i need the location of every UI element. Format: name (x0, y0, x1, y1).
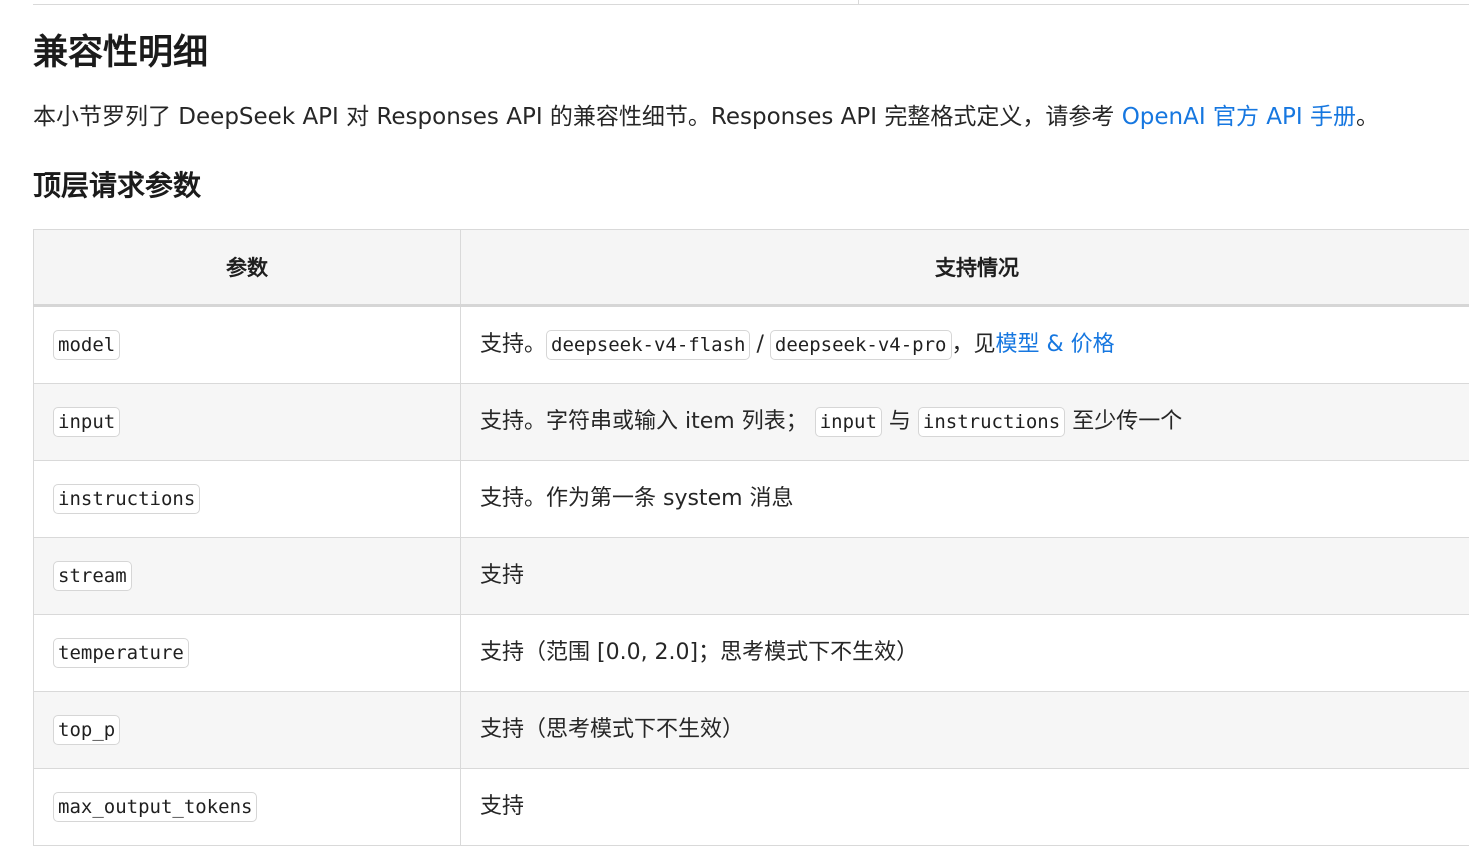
page-heading: 兼容性明细 (33, 33, 209, 73)
param-cell: stream (33, 537, 461, 615)
support-cell: 支持 (460, 537, 1469, 615)
table-row: max_output_tokens 支持 (33, 768, 1469, 846)
intro-suffix: 。 (1355, 104, 1379, 130)
param-code: top_p (53, 715, 121, 745)
support-prefix: 支持。 (480, 332, 547, 357)
param-cell: top_p (33, 691, 461, 769)
intro-paragraph: 本小节罗列了 DeepSeek API 对 Responses API 的兼容性… (33, 100, 1379, 134)
support-cell: 支持（范围 [0.0, 2.0]；思考模式下不生效） (460, 614, 1469, 692)
support-cell: 支持 (460, 768, 1469, 846)
previous-table-column-divider (858, 0, 859, 4)
inline-code: deepseek-v4-pro (769, 330, 952, 360)
support-prefix: 支持。字符串或输入 item 列表； (480, 409, 808, 434)
param-code: input (53, 407, 121, 437)
param-code: stream (53, 561, 132, 591)
param-code: model (53, 330, 121, 360)
inline-code: deepseek-v4-flash (546, 330, 751, 360)
support-cell: 支持。作为第一条 system 消息 (460, 460, 1469, 538)
param-cell: max_output_tokens (33, 768, 461, 846)
table-row: temperature 支持（范围 [0.0, 2.0]；思考模式下不生效） (33, 614, 1469, 692)
param-cell: input (33, 383, 461, 461)
support-mid: 与 (888, 409, 911, 434)
header-support: 支持情况 (460, 229, 1469, 307)
support-suffix: 至少传一个 (1072, 409, 1183, 434)
inline-code: instructions (917, 407, 1066, 437)
intro-text: 本小节罗列了 DeepSeek API 对 Responses API 的兼容性… (33, 104, 1122, 130)
inline-code: input (814, 407, 882, 437)
param-cell: instructions (33, 460, 461, 538)
support-cell: 支持。字符串或输入 item 列表； input 与 instructions … (460, 383, 1469, 461)
table-row: input 支持。字符串或输入 item 列表； input 与 instruc… (33, 383, 1469, 461)
table-row: top_p 支持（思考模式下不生效） (33, 691, 1469, 769)
table-row: instructions 支持。作为第一条 system 消息 (33, 460, 1469, 538)
param-code: instructions (53, 484, 201, 514)
header-param: 参数 (33, 229, 461, 307)
support-mid: ，见 (951, 332, 996, 357)
table-row: model 支持。 deepseek-v4-flash / deepseek-v4-p… (33, 305, 1469, 384)
openai-api-manual-link[interactable]: OpenAI 官方 API 手册 (1122, 104, 1356, 130)
param-cell: temperature (33, 614, 461, 692)
support-cell: 支持（思考模式下不生效） (460, 691, 1469, 769)
support-cell: 支持。 deepseek-v4-flash / deepseek-v4-pro ，见模型… (460, 305, 1469, 384)
param-cell: model (33, 305, 461, 384)
table-header-row: 参数 支持情况 (33, 229, 1469, 307)
table-row: stream 支持 (33, 537, 1469, 615)
parameters-table: 参数 支持情况 model 支持。 deepseek-v4-flash / deeps… (33, 229, 1469, 846)
section-heading: 顶层请求参数 (33, 169, 202, 202)
separator: / (756, 332, 764, 357)
previous-table-bottom-edge (33, 0, 1469, 5)
param-code: max_output_tokens (53, 792, 258, 822)
model-pricing-link[interactable]: 模型 & 价格 (996, 332, 1115, 357)
param-code: temperature (53, 638, 189, 668)
